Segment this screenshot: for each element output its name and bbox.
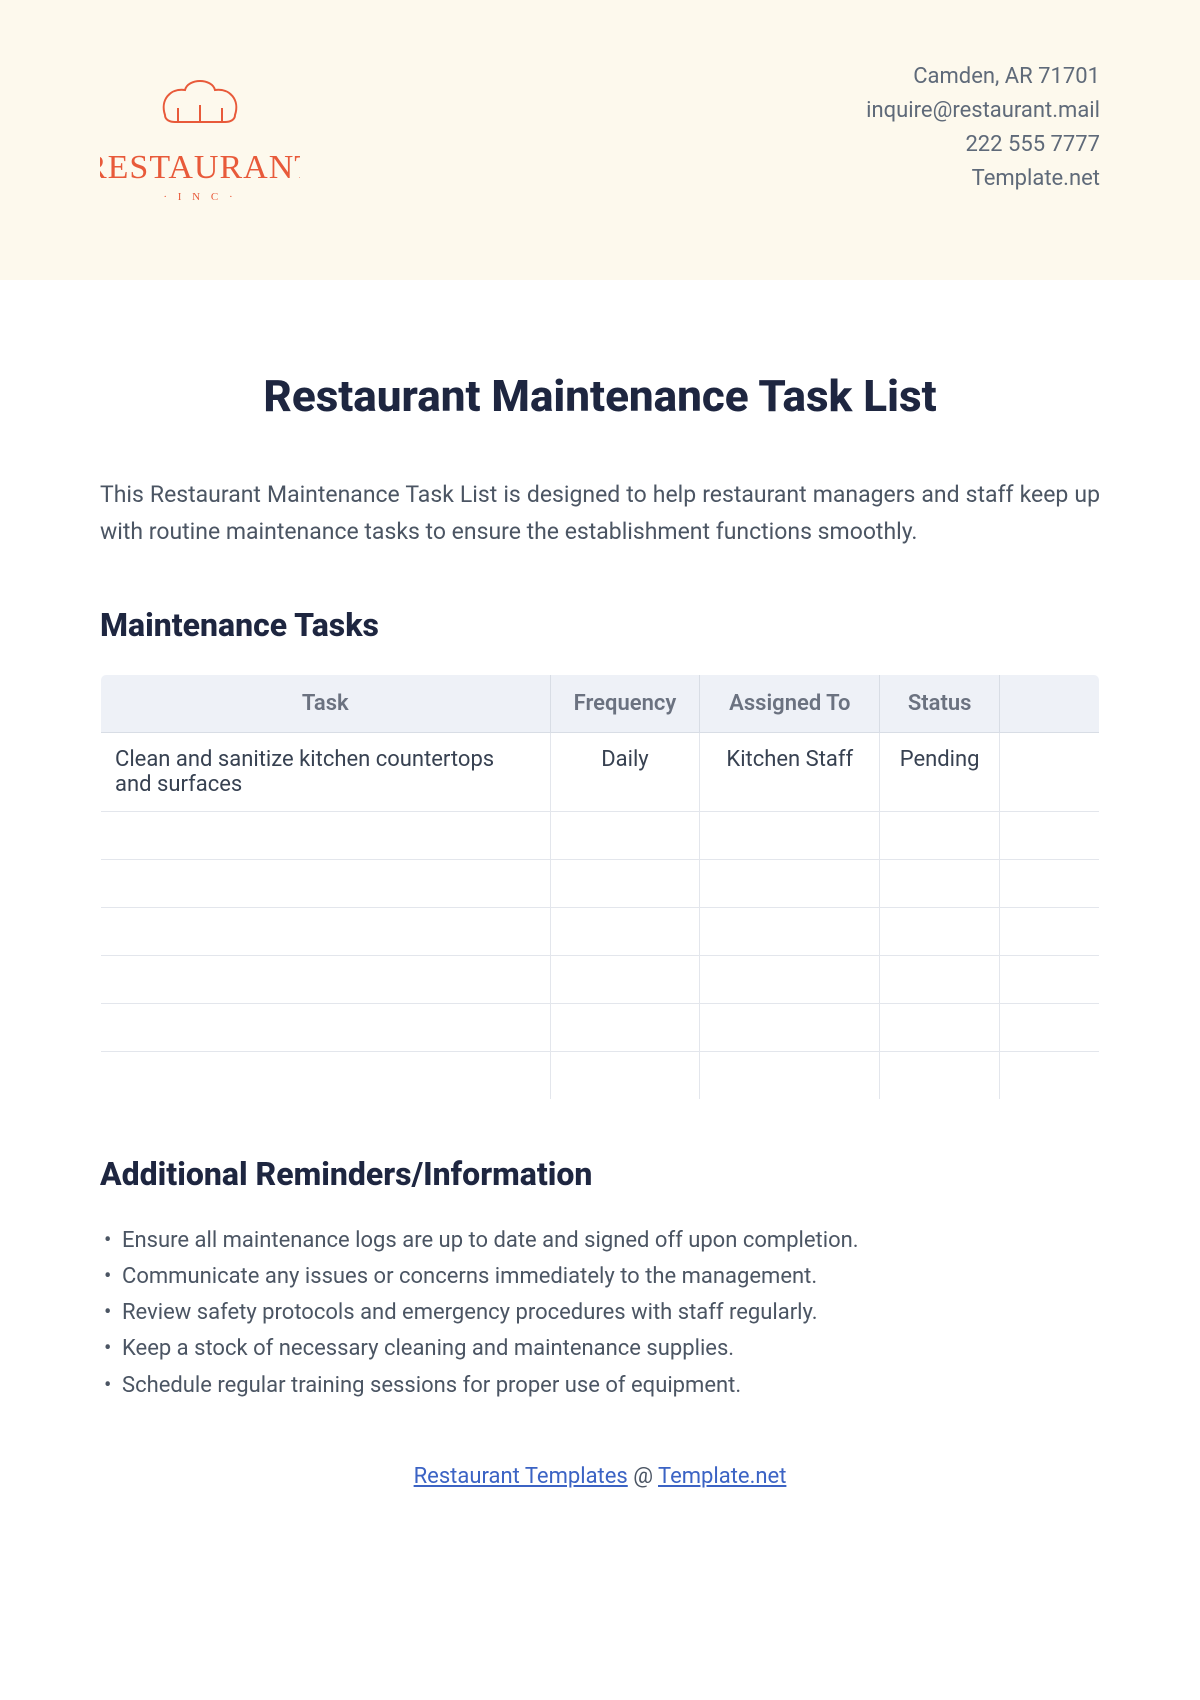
document-body: Restaurant Maintenance Task List This Re… xyxy=(0,280,1200,1489)
cell-assigned: Kitchen Staff xyxy=(700,732,880,811)
cell-status xyxy=(880,859,1000,907)
cell-task xyxy=(101,1003,551,1051)
table-header-row: Task Frequency Assigned To Status xyxy=(101,674,1100,732)
table-row xyxy=(101,859,1100,907)
table-row xyxy=(101,907,1100,955)
cell-assigned xyxy=(700,907,880,955)
table-row xyxy=(101,1003,1100,1051)
logo-main-text: RESTAURANT xyxy=(100,149,300,186)
cell-task xyxy=(101,811,551,859)
contact-email: inquire@restaurant.mail xyxy=(866,94,1100,128)
document-header: RESTAURANT · I N C · Camden, AR 71701 in… xyxy=(0,0,1200,280)
col-header-status: Status xyxy=(880,674,1000,732)
cell-frequency xyxy=(550,955,700,1003)
col-header-frequency: Frequency xyxy=(550,674,700,732)
footer-link-site[interactable]: Template.net xyxy=(658,1464,786,1489)
contact-address: Camden, AR 71701 xyxy=(866,60,1100,94)
page-title: Restaurant Maintenance Task List xyxy=(100,370,1100,422)
cell-extra xyxy=(1000,811,1100,859)
logo-sub-text: · I N C · xyxy=(163,191,236,203)
cell-status xyxy=(880,1003,1000,1051)
footer-at: @ xyxy=(628,1464,658,1489)
cell-extra xyxy=(1000,907,1100,955)
cell-task: Clean and sanitize kitchen countertops a… xyxy=(101,732,551,811)
footer-links: Restaurant Templates @ Template.net xyxy=(100,1464,1100,1489)
cell-frequency xyxy=(550,859,700,907)
contact-phone: 222 555 7777 xyxy=(866,128,1100,162)
cell-status xyxy=(880,1051,1000,1099)
cell-assigned xyxy=(700,1051,880,1099)
reminders-list: Ensure all maintenance logs are up to da… xyxy=(100,1223,1100,1404)
cell-assigned xyxy=(700,955,880,1003)
cell-status: Pending xyxy=(880,732,1000,811)
col-header-extra xyxy=(1000,674,1100,732)
cell-frequency xyxy=(550,907,700,955)
cell-assigned xyxy=(700,1003,880,1051)
col-header-assigned: Assigned To xyxy=(700,674,880,732)
cell-frequency xyxy=(550,811,700,859)
cell-frequency xyxy=(550,1003,700,1051)
cell-extra xyxy=(1000,732,1100,811)
cell-extra xyxy=(1000,955,1100,1003)
cell-status xyxy=(880,955,1000,1003)
cell-extra xyxy=(1000,1003,1100,1051)
list-item: Schedule regular training sessions for p… xyxy=(100,1368,1100,1404)
cell-assigned xyxy=(700,859,880,907)
cell-task xyxy=(101,955,551,1003)
table-row xyxy=(101,811,1100,859)
cell-extra xyxy=(1000,1051,1100,1099)
list-item: Review safety protocols and emergency pr… xyxy=(100,1295,1100,1331)
chef-hat-icon: RESTAURANT · I N C · xyxy=(100,60,300,210)
table-row xyxy=(101,1051,1100,1099)
list-item: Communicate any issues or concerns immed… xyxy=(100,1259,1100,1295)
cell-extra xyxy=(1000,859,1100,907)
cell-task xyxy=(101,859,551,907)
cell-assigned xyxy=(700,811,880,859)
maintenance-tasks-table: Task Frequency Assigned To Status Clean … xyxy=(100,674,1100,1100)
table-row xyxy=(101,955,1100,1003)
intro-paragraph: This Restaurant Maintenance Task List is… xyxy=(100,477,1100,551)
list-item: Ensure all maintenance logs are up to da… xyxy=(100,1223,1100,1259)
cell-task xyxy=(101,1051,551,1099)
cell-frequency xyxy=(550,1051,700,1099)
tasks-heading: Maintenance Tasks xyxy=(100,606,1100,644)
restaurant-logo: RESTAURANT · I N C · xyxy=(100,60,300,210)
cell-status xyxy=(880,811,1000,859)
cell-frequency: Daily xyxy=(550,732,700,811)
contact-site: Template.net xyxy=(866,162,1100,196)
footer-link-templates[interactable]: Restaurant Templates xyxy=(414,1464,628,1489)
cell-task xyxy=(101,907,551,955)
contact-info: Camden, AR 71701 inquire@restaurant.mail… xyxy=(866,60,1100,196)
col-header-task: Task xyxy=(101,674,551,732)
list-item: Keep a stock of necessary cleaning and m… xyxy=(100,1331,1100,1367)
table-row: Clean and sanitize kitchen countertops a… xyxy=(101,732,1100,811)
cell-status xyxy=(880,907,1000,955)
reminders-heading: Additional Reminders/Information xyxy=(100,1155,1100,1193)
